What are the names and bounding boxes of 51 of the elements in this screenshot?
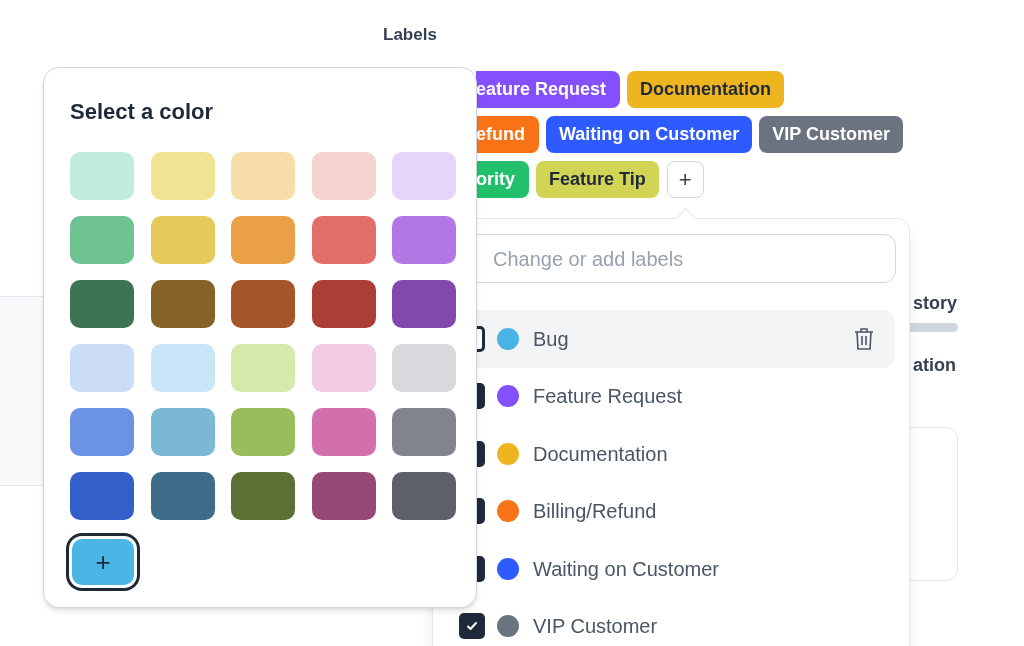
label-name: Bug: [533, 326, 570, 352]
color-swatch[interactable]: [70, 472, 134, 520]
color-swatch[interactable]: [70, 408, 134, 456]
label-name: Billing/Refund: [533, 499, 658, 525]
label-name: Feature Request: [533, 384, 683, 410]
color-swatch[interactable]: [231, 408, 296, 456]
color-swatch[interactable]: [231, 216, 296, 264]
section-title: Labels: [383, 24, 437, 46]
color-swatch[interactable]: [150, 280, 215, 328]
color-swatch[interactable]: [231, 280, 296, 328]
tab-label[interactable]: ation: [913, 352, 956, 379]
color-swatch[interactable]: [231, 344, 296, 392]
color-swatch[interactable]: [231, 152, 296, 200]
label-option[interactable]: VIP Customer: [459, 597, 895, 646]
color-swatch[interactable]: [150, 472, 215, 520]
color-swatch[interactable]: [392, 344, 457, 392]
color-swatch[interactable]: [231, 472, 296, 520]
color-swatch[interactable]: [311, 152, 376, 200]
label-name: Waiting on Customer: [533, 556, 720, 582]
color-swatch[interactable]: [150, 408, 215, 456]
color-swatch[interactable]: [150, 216, 215, 264]
color-swatch[interactable]: [311, 472, 376, 520]
label-tag: ority: [476, 161, 529, 198]
color-swatch[interactable]: [311, 216, 376, 264]
label-name: Documentation: [533, 441, 669, 467]
color-swatch[interactable]: [70, 280, 134, 328]
label-tag: efund: [476, 116, 539, 153]
label-name: VIP Customer: [533, 614, 659, 640]
label-tag: Feature Tip: [536, 161, 659, 198]
label-tag: eature Request: [476, 71, 621, 108]
color-swatch[interactable]: [70, 152, 134, 200]
color-swatch[interactable]: [150, 152, 215, 200]
label-tag: Documentation: [627, 71, 785, 108]
color-swatch[interactable]: [70, 344, 134, 392]
color-swatch[interactable]: [392, 280, 457, 328]
label-tag: Waiting on Customer: [546, 116, 753, 153]
add-label-button[interactable]: +: [666, 161, 704, 198]
tab-label[interactable]: story: [913, 290, 957, 317]
color-swatch[interactable]: [311, 280, 376, 328]
color-swatch[interactable]: [392, 408, 457, 456]
color-swatch[interactable]: [150, 344, 215, 392]
color-swatch[interactable]: [392, 472, 457, 520]
color-swatch[interactable]: [311, 344, 376, 392]
color-swatch[interactable]: [311, 408, 376, 456]
checkbox[interactable]: [459, 613, 485, 640]
label-tag: VIP Customer: [759, 116, 904, 153]
color-swatch[interactable]: [70, 216, 134, 264]
popover-title: Select a color: [70, 98, 215, 126]
trash-icon[interactable]: [853, 326, 875, 351]
color-swatch[interactable]: [392, 152, 457, 200]
color-swatch[interactable]: [392, 216, 457, 264]
